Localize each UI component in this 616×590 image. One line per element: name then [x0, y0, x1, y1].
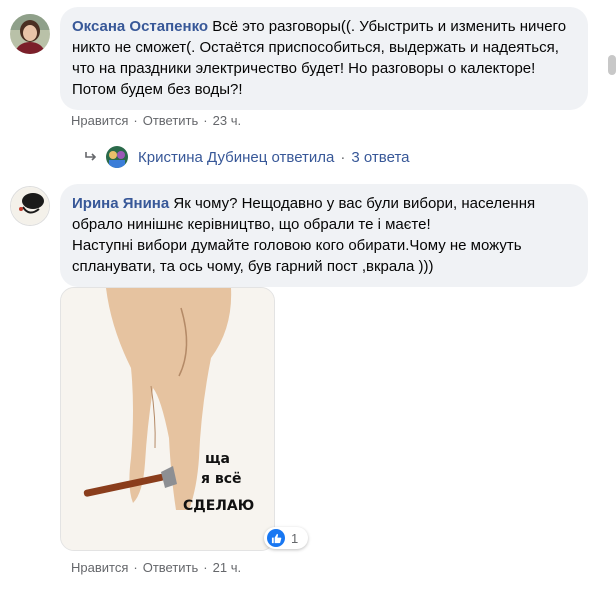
separator-dot: · [203, 113, 208, 128]
comment-actions: Нравится · Ответить · 23 ч. [71, 113, 241, 128]
image-caption-line-2: я всё [201, 471, 242, 487]
replies-count-link[interactable]: 3 ответа [351, 149, 409, 166]
image-caption-line-3: СДЕЛАЮ [183, 498, 254, 514]
like-button[interactable]: Нравится [71, 560, 128, 575]
reply-verb[interactable]: ответила [272, 149, 335, 166]
replies-summary[interactable]: Кристина Дубинец ответила · 3 ответа [84, 146, 410, 168]
separator-dot: · [133, 560, 138, 575]
separator-dot: · [203, 560, 208, 575]
reply-author[interactable]: Кристина Дубинец [138, 149, 267, 166]
avatar-kristina[interactable] [106, 146, 128, 168]
reply-button[interactable]: Ответить [143, 560, 199, 575]
thumbs-up-icon [267, 529, 285, 547]
reaction-count: 1 [291, 530, 299, 546]
separator-dot: · [340, 148, 346, 166]
comment-text: Наступні вибори думайте головою кого оби… [72, 237, 522, 275]
comment-bubble: Ирина Янина Як чому? Нещодавно у вас бул… [60, 184, 588, 287]
reply-button[interactable]: Ответить [143, 113, 199, 128]
scrollbar-thumb[interactable] [608, 55, 616, 75]
reply-arrow-icon [84, 151, 98, 163]
comment-author[interactable]: Оксана Остапенко [72, 18, 208, 35]
comment-timestamp[interactable]: 23 ч. [213, 113, 241, 128]
image-caption-line-1: ща [205, 451, 230, 467]
comment-image[interactable]: ща я всё СДЕЛАЮ [60, 287, 275, 551]
comment-author[interactable]: Ирина Янина [72, 195, 169, 212]
reaction-summary[interactable]: 1 [264, 527, 308, 549]
comment-actions: Нравится · Ответить · 21 ч. [71, 560, 241, 575]
avatar-oksana[interactable] [10, 14, 50, 54]
separator-dot: · [133, 113, 138, 128]
like-button[interactable]: Нравится [71, 113, 128, 128]
avatar-irina[interactable] [10, 186, 50, 226]
comment-timestamp[interactable]: 21 ч. [213, 560, 241, 575]
comment-bubble: Оксана Остапенко Всё это разговоры((. Уб… [60, 7, 588, 110]
